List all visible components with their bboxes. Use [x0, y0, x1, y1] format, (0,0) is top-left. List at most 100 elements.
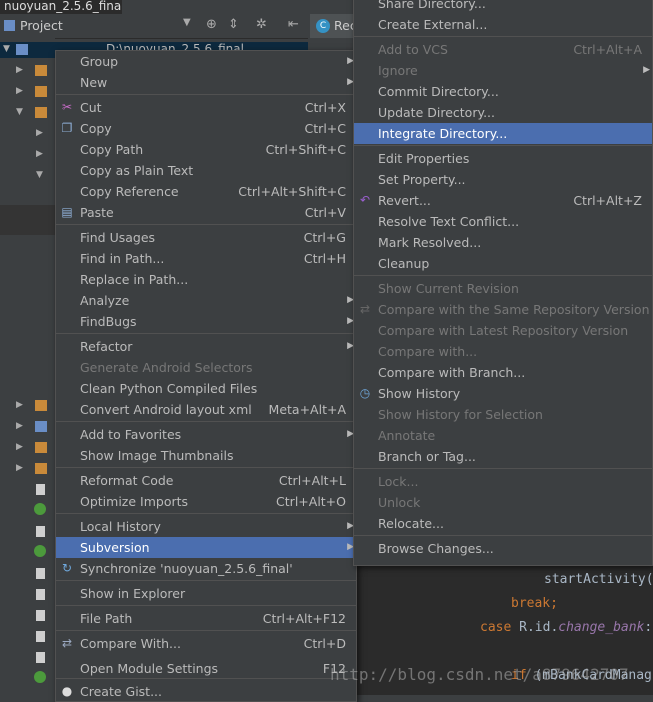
menu-item-show-in-explorer[interactable]: Show in Explorer [56, 583, 356, 604]
menu-item-compare-with-branch[interactable]: Compare with Branch... [354, 362, 652, 383]
menu-separator [56, 630, 356, 631]
menu-item-synchronize-nuoyuan-2-5-6-final[interactable]: ↻ Synchronize 'nuoyuan_2.5.6_final' [56, 558, 356, 579]
project-view-selector[interactable]: Project [20, 18, 63, 33]
expand-arrow-icon[interactable]: ▼ [36, 170, 43, 180]
menu-item-convert-android-layout-xml[interactable]: Convert Android layout xml Meta+Alt+A [56, 399, 356, 420]
watermark: http://blog.csdn.net/a879642707 [330, 665, 629, 684]
menu-item-copy-reference[interactable]: Copy Reference Ctrl+Alt+Shift+C [56, 181, 356, 202]
menu-item-revert[interactable]: ↶ Revert... Ctrl+Alt+Z [354, 190, 652, 211]
code-text: : [644, 620, 653, 635]
menu-item-label: Copy [80, 121, 112, 136]
menu-item-open-module-settings[interactable]: Open Module Settings F12 [56, 658, 356, 679]
menu-item-relocate[interactable]: Relocate... [354, 513, 652, 534]
collapse-arrow-icon[interactable]: ▶ [36, 128, 43, 138]
menu-item-compare-with-the-same-repository-version[interactable]: ⇄ Compare with the Same Repository Versio… [354, 299, 652, 320]
gear-icon[interactable]: ✲ [256, 17, 267, 32]
menu-item-shortcut: Meta+Alt+A [268, 402, 346, 417]
collapse-arrow-icon[interactable]: ▶ [16, 463, 23, 473]
code-line: case R.id.change_bank: [480, 620, 652, 635]
menu-item-clean-python-compiled-files[interactable]: Clean Python Compiled Files [56, 378, 356, 399]
expand-arrow-icon[interactable]: ▼ [16, 107, 23, 117]
menu-item-annotate[interactable]: Annotate [354, 425, 652, 446]
menu-item-label: Relocate... [378, 516, 444, 531]
project-toolbar: Project ▼ ⊕ ⇕ ✲ ⇤ [0, 14, 308, 39]
menu-item-reformat-code[interactable]: Reformat Code Ctrl+Alt+L [56, 470, 356, 491]
menu-item-copy-as-plain-text[interactable]: Copy as Plain Text [56, 160, 356, 181]
menu-item-shortcut: Ctrl+Alt+L [278, 473, 346, 488]
menu-item-local-history[interactable]: Local History ▶ [56, 516, 356, 537]
menu-item-label: Edit Properties [378, 151, 470, 166]
menu-item-new[interactable]: New ▶ [56, 72, 356, 93]
collapse-arrow-icon[interactable]: ▶ [16, 86, 23, 96]
menu-item-shortcut: Ctrl+Alt+F12 [262, 611, 346, 626]
menu-item-compare-with[interactable]: Compare with... [354, 341, 652, 362]
module-folder-icon [35, 421, 47, 432]
menu-item-find-in-path[interactable]: Find in Path... Ctrl+H [56, 248, 356, 269]
menu-item-branch-or-tag[interactable]: Branch or Tag... [354, 446, 652, 467]
menu-item-compare-with-latest-repository-version[interactable]: Compare with Latest Repository Version [354, 320, 652, 341]
menu-item-label: Show History [378, 386, 461, 401]
file-icon [36, 484, 45, 495]
collapse-arrow-icon[interactable]: ▶ [16, 400, 23, 410]
menu-item-show-image-thumbnails[interactable]: Show Image Thumbnails [56, 445, 356, 466]
collapse-arrow-icon[interactable]: ▶ [16, 421, 23, 431]
menu-item-find-usages[interactable]: Find Usages Ctrl+G [56, 227, 356, 248]
menu-item-analyze[interactable]: Analyze ▶ [56, 290, 356, 311]
menu-item-browse-changes[interactable]: Browse Changes... [354, 538, 652, 559]
revert-icon: ↶ [359, 193, 371, 207]
menu-item-show-history[interactable]: ◷ Show History [354, 383, 652, 404]
menu-item-shortcut: Ctrl+X [304, 100, 346, 115]
menu-item-share-directory[interactable]: Share Directory... [354, 0, 652, 14]
menu-item-add-to-favorites[interactable]: Add to Favorites ▶ [56, 424, 356, 445]
menu-separator [354, 535, 652, 536]
file-icon [36, 652, 45, 663]
scroll-from-source-icon[interactable]: ⊕ [206, 17, 217, 32]
menu-item-create-external[interactable]: Create External... [354, 14, 652, 35]
menu-item-show-history-for-selection[interactable]: Show History for Selection [354, 404, 652, 425]
menu-item-compare-with[interactable]: ⇄ Compare With... Ctrl+D [56, 633, 356, 654]
menu-item-findbugs[interactable]: FindBugs ▶ [56, 311, 356, 332]
menu-item-label: Compare With... [80, 636, 181, 651]
menu-item-resolve-text-conflict[interactable]: Resolve Text Conflict... [354, 211, 652, 232]
submenu-arrow-icon: ▶ [643, 65, 650, 75]
menu-separator [56, 580, 356, 581]
menu-item-replace-in-path[interactable]: Replace in Path... [56, 269, 356, 290]
menu-item-group[interactable]: Group ▶ [56, 51, 356, 72]
menu-item-show-current-revision[interactable]: Show Current Revision [354, 278, 652, 299]
menu-item-copy-path[interactable]: Copy Path Ctrl+Shift+C [56, 139, 356, 160]
collapse-all-icon[interactable]: ⇕ [228, 17, 239, 32]
menu-item-generate-android-selectors[interactable]: Generate Android Selectors [56, 357, 356, 378]
menu-item-subversion[interactable]: Subversion ▶ [56, 537, 356, 558]
menu-item-label: Show History for Selection [378, 407, 543, 422]
menu-item-lock[interactable]: Lock... [354, 471, 652, 492]
menu-item-edit-properties[interactable]: Edit Properties [354, 148, 652, 169]
menu-item-integrate-directory[interactable]: Integrate Directory... [354, 123, 652, 144]
menu-item-paste[interactable]: ▤ Paste Ctrl+V [56, 202, 356, 223]
menu-item-ignore[interactable]: Ignore ▶ [354, 60, 652, 81]
chevron-down-icon[interactable]: ▼ [183, 17, 191, 28]
menu-item-label: Mark Resolved... [378, 235, 482, 250]
menu-item-create-gist[interactable]: ● Create Gist... [56, 681, 356, 702]
menu-item-shortcut: Ctrl+Alt+A [573, 42, 642, 57]
code-keyword: break [511, 596, 551, 611]
collapse-arrow-icon[interactable]: ▶ [36, 149, 43, 159]
menu-item-optimize-imports[interactable]: Optimize Imports Ctrl+Alt+O [56, 491, 356, 512]
menu-item-refactor[interactable]: Refactor ▶ [56, 336, 356, 357]
expand-arrow-icon[interactable]: ▼ [3, 44, 10, 54]
project-tree[interactable] [0, 38, 55, 695]
menu-item-set-property[interactable]: Set Property... [354, 169, 652, 190]
menu-item-update-directory[interactable]: Update Directory... [354, 102, 652, 123]
menu-item-commit-directory[interactable]: Commit Directory... [354, 81, 652, 102]
menu-item-cleanup[interactable]: Cleanup [354, 253, 652, 274]
menu-item-cut[interactable]: ✂ Cut Ctrl+X [56, 97, 356, 118]
hide-panel-icon[interactable]: ⇤ [288, 17, 299, 32]
collapse-arrow-icon[interactable]: ▶ [16, 65, 23, 75]
collapse-arrow-icon[interactable]: ▶ [16, 442, 23, 452]
menu-item-label: Update Directory... [378, 105, 495, 120]
menu-item-add-to-vcs[interactable]: Add to VCS Ctrl+Alt+A [354, 39, 652, 60]
menu-item-copy[interactable]: ❐ Copy Ctrl+C [56, 118, 356, 139]
menu-item-mark-resolved[interactable]: Mark Resolved... [354, 232, 652, 253]
menu-item-file-path[interactable]: File Path Ctrl+Alt+F12 [56, 608, 356, 629]
menu-item-unlock[interactable]: Unlock [354, 492, 652, 513]
menu-item-label: FindBugs [80, 314, 137, 329]
